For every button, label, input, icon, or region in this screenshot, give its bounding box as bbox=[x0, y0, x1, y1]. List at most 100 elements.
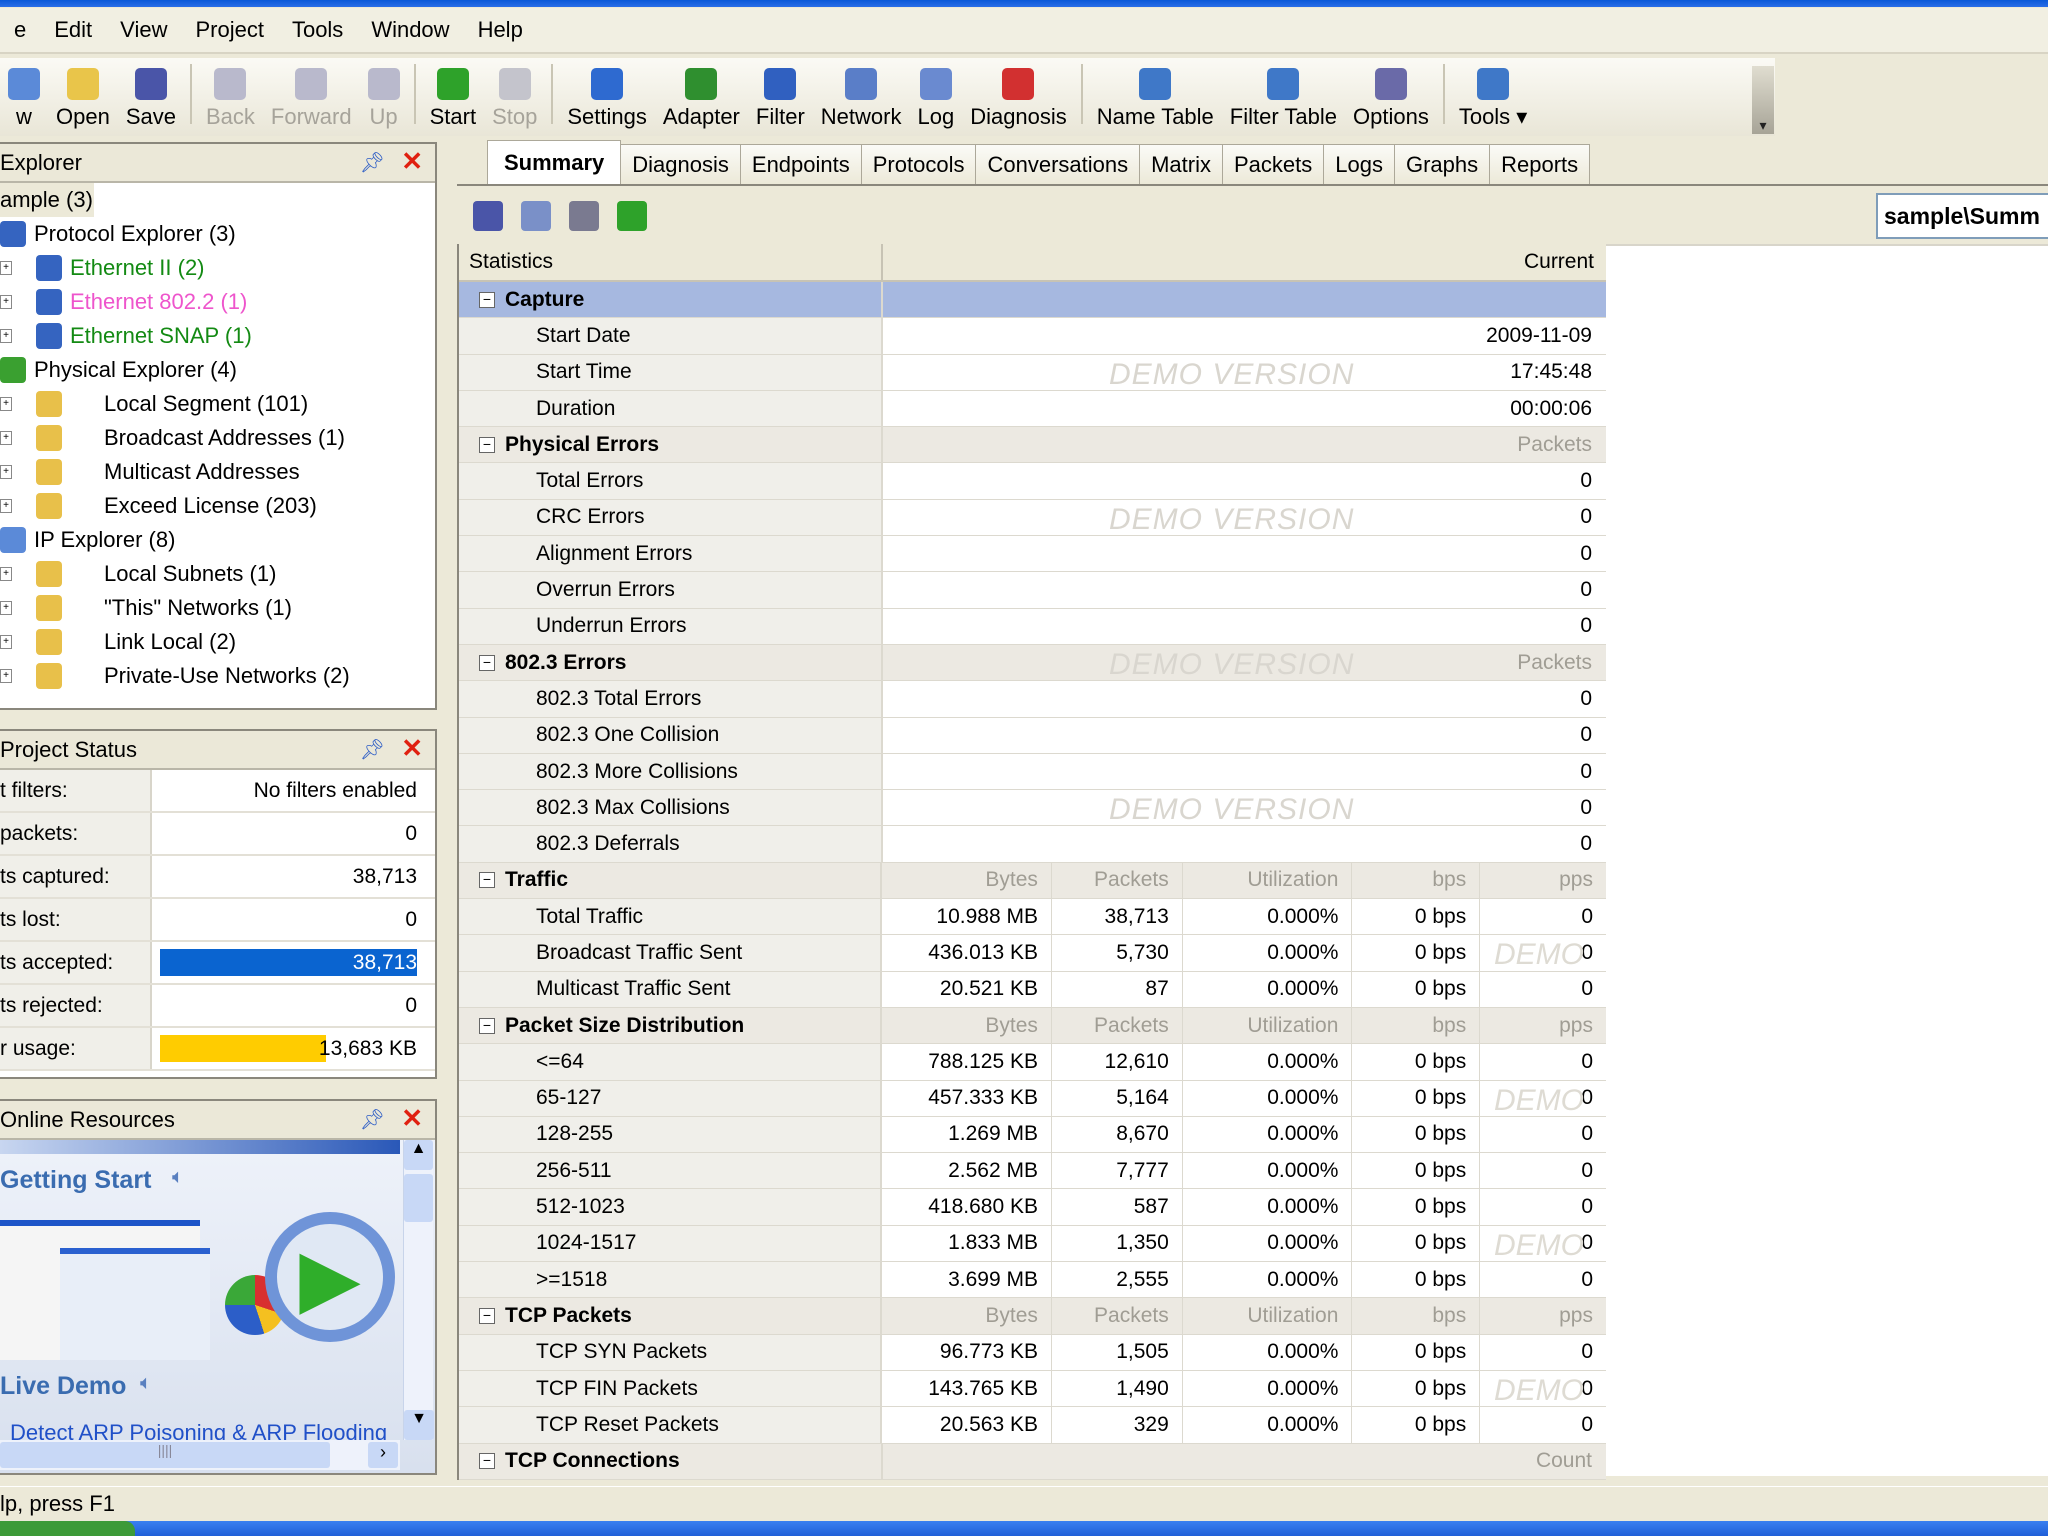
horizontal-scrollbar[interactable]: |||| › bbox=[0, 1440, 400, 1470]
arp-poisoning-link[interactable]: Detect ARP Poisoning & ARP Flooding bbox=[10, 1420, 400, 1440]
expand-toggle-icon[interactable]: + bbox=[0, 295, 12, 309]
stat-row[interactable]: Start Time 17:45:48 DEMO VERSION bbox=[459, 354, 1606, 391]
toolbar-button-options[interactable]: Options bbox=[1345, 68, 1437, 130]
stat-row[interactable]: <=64 788.125 KB 12,610 0.000% 0 bps 0 bbox=[459, 1044, 1606, 1081]
collapse-icon[interactable]: − bbox=[479, 1307, 495, 1324]
toolbar-overflow-chevron-icon[interactable]: ▾ bbox=[1752, 66, 1774, 134]
tree-item[interactable]: + Multicast Addresses bbox=[0, 455, 435, 489]
group-row[interactable]: − Physical Errors Packets bbox=[459, 427, 1606, 464]
camera-icon[interactable] bbox=[569, 201, 599, 231]
tree-item[interactable]: + Ethernet 802.2 (1) bbox=[0, 285, 435, 319]
toolbar-button-name-table[interactable]: Name Table bbox=[1089, 68, 1222, 130]
stat-row[interactable]: 802.3 Max Collisions 0 DEMO VERSION bbox=[459, 790, 1606, 827]
column-header-current[interactable]: Current bbox=[883, 244, 1606, 280]
expand-toggle-icon[interactable]: + bbox=[0, 329, 12, 343]
toolbar-button-log[interactable]: Log bbox=[909, 68, 962, 130]
tab-packets[interactable]: Packets bbox=[1222, 144, 1325, 184]
toolbar-button-network[interactable]: Network bbox=[813, 68, 910, 130]
toolbar-button-back[interactable]: Back bbox=[198, 68, 263, 130]
group-row[interactable]: − TCP Packets Bytes Packets Utilization bps pp… bbox=[459, 1298, 1606, 1335]
group-row[interactable]: − Capture bbox=[459, 282, 1606, 319]
expand-toggle-icon[interactable]: + bbox=[0, 465, 12, 479]
stat-row[interactable]: TCP FIN Packets 143.765 KB 1,490 0.000% 0 bp… bbox=[459, 1370, 1606, 1408]
tab-matrix[interactable]: Matrix bbox=[1139, 144, 1223, 184]
stat-row[interactable]: Multicast Traffic Sent 20.521 KB 87 0.000% 0… bbox=[459, 971, 1606, 1008]
stat-row[interactable]: >=1518 3.699 MB 2,555 0.000% 0 bps 0 bbox=[459, 1262, 1606, 1299]
tree-item[interactable]: ample (3) bbox=[0, 183, 94, 217]
group-row[interactable]: − Packet Size Distribution Bytes Packets Uti… bbox=[459, 1007, 1606, 1045]
tree-item[interactable]: + Ethernet II (2) bbox=[0, 251, 435, 285]
columns-icon[interactable] bbox=[521, 201, 551, 231]
stat-row[interactable]: 512-1023 418.680 KB 587 0.000% 0 bps 0 bbox=[459, 1189, 1606, 1226]
save-icon[interactable] bbox=[473, 201, 503, 231]
stat-row[interactable]: 65-127 457.333 KB 5,164 0.000% 0 bps 0 DEMO bbox=[459, 1080, 1606, 1117]
tree-item[interactable]: + Local Subnets (1) bbox=[0, 557, 435, 591]
path-field[interactable]: sample\Summ bbox=[1876, 193, 2048, 239]
stat-row[interactable]: 802.3 More Collisions 0 bbox=[459, 753, 1606, 791]
tab-protocols[interactable]: Protocols bbox=[860, 144, 977, 184]
menu-help[interactable]: Help bbox=[464, 17, 537, 43]
tab-graphs[interactable]: Graphs bbox=[1393, 144, 1491, 184]
stat-row[interactable]: Underrun Errors 0 bbox=[459, 608, 1606, 645]
collapse-icon[interactable]: − bbox=[479, 291, 495, 308]
tree-item[interactable]: + Ethernet SNAP (1) bbox=[0, 319, 435, 353]
stat-row[interactable]: Start Date 2009-11-09 bbox=[459, 318, 1606, 355]
tree-item[interactable]: + "This" Networks (1) bbox=[0, 591, 435, 625]
expand-toggle-icon[interactable]: + bbox=[0, 397, 12, 411]
collapse-icon[interactable]: − bbox=[479, 1453, 495, 1470]
toolbar-button-open[interactable]: Open bbox=[48, 68, 118, 130]
column-header-statistics[interactable]: Statistics bbox=[459, 244, 883, 280]
toolbar-button-stop[interactable]: Stop bbox=[484, 68, 545, 130]
start-button[interactable] bbox=[0, 1521, 135, 1536]
menu-e[interactable]: e bbox=[0, 17, 40, 43]
stat-row[interactable]: Overrun Errors 0 bbox=[459, 572, 1606, 609]
pin-icon[interactable]: 📌︎ bbox=[360, 737, 385, 762]
tree-item[interactable]: + Exceed License (203) bbox=[0, 489, 435, 523]
menu-window[interactable]: Window bbox=[357, 17, 463, 43]
expand-toggle-icon[interactable]: + bbox=[0, 261, 12, 275]
tree-item[interactable]: + Local Segment (101) bbox=[0, 387, 435, 421]
stat-row[interactable]: Duration 00:00:06 bbox=[459, 390, 1606, 428]
collapse-icon[interactable]: − bbox=[479, 436, 495, 453]
stat-row[interactable]: CRC Errors 0 DEMO VERSION bbox=[459, 499, 1606, 537]
tab-logs[interactable]: Logs bbox=[1323, 144, 1395, 184]
group-row[interactable]: − Traffic Bytes Packets Utilization bps pps bbox=[459, 862, 1606, 900]
expand-toggle-icon[interactable]: + bbox=[0, 669, 12, 683]
tab-conversations[interactable]: Conversations bbox=[975, 144, 1141, 184]
refresh-icon[interactable] bbox=[617, 201, 647, 231]
stat-row[interactable]: 128-255 1.269 MB 8,670 0.000% 0 bps 0 bbox=[459, 1116, 1606, 1154]
tree-item[interactable]: IP Explorer (8) bbox=[0, 523, 435, 557]
stat-row[interactable]: Total Traffic 10.988 MB 38,713 0.000% 0 bps 0 bbox=[459, 899, 1606, 936]
toolbar-button-save[interactable]: Save bbox=[118, 68, 184, 130]
stat-row[interactable]: TCP SYN Packets 96.773 KB 1,505 0.000% 0 bps… bbox=[459, 1334, 1606, 1371]
toolbar-button-filter-table[interactable]: Filter Table bbox=[1222, 68, 1345, 130]
close-icon[interactable]: ✕ bbox=[401, 733, 423, 764]
group-row[interactable]: − TCP Connections Count bbox=[459, 1443, 1606, 1480]
tree-item[interactable]: + Private-Use Networks (2) bbox=[0, 659, 435, 693]
vertical-scrollbar[interactable]: ▲ ▼ bbox=[403, 1140, 434, 1440]
stat-row[interactable]: 802.3 Deferrals 0 bbox=[459, 826, 1606, 863]
window-title-bar[interactable] bbox=[0, 0, 2048, 7]
expand-toggle-icon[interactable]: + bbox=[0, 635, 12, 649]
toolbar-button-adapter[interactable]: Adapter bbox=[655, 68, 748, 130]
tab-summary[interactable]: Summary bbox=[487, 140, 622, 184]
menu-tools[interactable]: Tools bbox=[278, 17, 357, 43]
close-icon[interactable]: ✕ bbox=[401, 146, 423, 177]
toolbar-button-up[interactable]: Up bbox=[360, 68, 408, 130]
toolbar-button-start[interactable]: Start bbox=[422, 68, 484, 130]
tree-item[interactable]: Physical Explorer (4) bbox=[0, 353, 435, 387]
speaker-icon[interactable]: 🔈︎ bbox=[140, 1372, 152, 1395]
menu-project[interactable]: Project bbox=[181, 17, 277, 43]
expand-toggle-icon[interactable]: + bbox=[0, 431, 12, 445]
speaker-icon[interactable]: 🔈︎ bbox=[172, 1166, 184, 1189]
stat-row[interactable]: 1024-1517 1.833 MB 1,350 0.000% 0 bps 0 DEMO bbox=[459, 1225, 1606, 1263]
stat-row[interactable]: 802.3 One Collision 0 bbox=[459, 717, 1606, 754]
toolbar-button-tools[interactable]: Tools ▾ bbox=[1451, 68, 1536, 130]
toolbar-button-forward[interactable]: Forward bbox=[263, 68, 360, 130]
expand-toggle-icon[interactable]: + bbox=[0, 567, 12, 581]
stat-row[interactable]: 256-511 2.562 MB 7,777 0.000% 0 bps 0 bbox=[459, 1153, 1606, 1190]
stat-row[interactable]: Alignment Errors 0 bbox=[459, 536, 1606, 573]
tree-item[interactable]: Protocol Explorer (3) bbox=[0, 217, 435, 251]
close-icon[interactable]: ✕ bbox=[401, 1103, 423, 1134]
expand-toggle-icon[interactable]: + bbox=[0, 601, 12, 615]
